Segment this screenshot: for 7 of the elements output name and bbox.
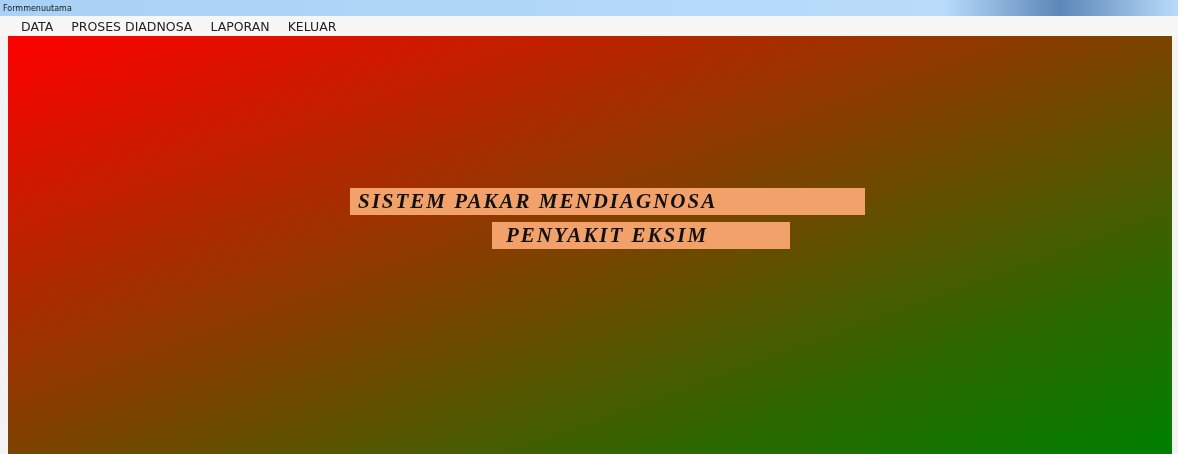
title-label: SISTEM PAKAR MENDIAGNOSA [350, 188, 865, 215]
title-label: PENYAKIT EKSIM [492, 222, 790, 249]
window-title: Formmenuutama [3, 3, 72, 13]
menu-item[interactable]: DATA [12, 18, 63, 34]
menu-item[interactable]: PROSES DIADNOSA [62, 18, 202, 34]
menu-item[interactable]: KELUAR [278, 18, 346, 34]
menu-item[interactable]: LAPORAN [201, 18, 279, 34]
